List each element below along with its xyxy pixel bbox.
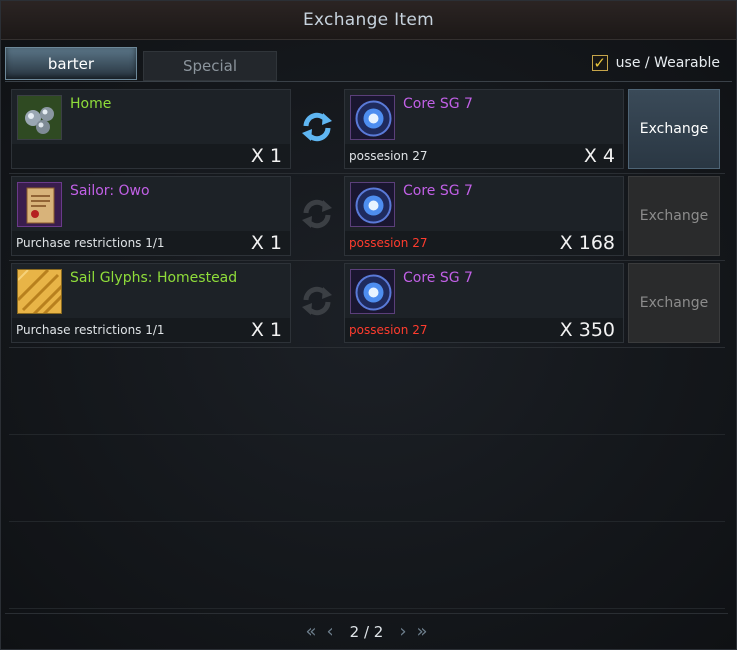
blue-orb-icon [350, 269, 395, 314]
wearable-filter[interactable]: ✓ use / Wearable [591, 53, 720, 72]
tab-divider [5, 81, 732, 82]
possession-count: possesion 27 [349, 236, 428, 250]
cost-quantity: X 168 [559, 232, 615, 254]
prev-page-icon[interactable]: ‹ [326, 623, 333, 641]
tab-special[interactable]: Special [143, 51, 277, 81]
offer-slot[interactable]: Home X 1 [11, 89, 291, 169]
offer-item-name: Sail Glyphs: Homestead [70, 270, 238, 286]
cost-quantity: X 4 [583, 145, 615, 167]
offer-slot[interactable]: Sailor: Owo Purchase restrictions 1/1 X … [11, 176, 291, 256]
cost-item-name: Core SG 7 [403, 96, 473, 112]
empty-list-row [9, 435, 725, 522]
last-page-icon[interactable]: » [417, 623, 428, 641]
offer-quantity: X 1 [250, 145, 282, 167]
cost-quantity: X 350 [559, 319, 615, 341]
blue-orb-icon [350, 95, 395, 140]
exchange-button[interactable]: Exchange [628, 263, 720, 343]
scroll-icon [17, 182, 62, 227]
tab-bar: barter Special [5, 47, 277, 81]
list-item: Sail Glyphs: Homestead Purchase restrict… [9, 261, 725, 348]
exchange-button[interactable]: Exchange [628, 176, 720, 256]
offer-quantity: X 1 [250, 232, 282, 254]
swap-arrows-icon [299, 196, 335, 232]
empty-list-row [9, 348, 725, 435]
gold-glyph-icon [17, 269, 62, 314]
cost-slot[interactable]: Core SG 7 possesion 27 X 168 [344, 176, 624, 256]
exchange-list: Home X 1 Core SG 7 possesion 27 X 4 Exch… [9, 87, 725, 609]
purchase-restriction: Purchase restrictions 1/1 [16, 323, 165, 337]
pagination: « ‹ 2 / 2 › » [5, 613, 728, 650]
possession-count: possesion 27 [349, 149, 428, 163]
page-indicator: 2 / 2 [349, 623, 384, 641]
cost-item-name: Core SG 7 [403, 270, 473, 286]
swap-arrows-icon [299, 109, 335, 145]
blue-orb-icon [350, 182, 395, 227]
offer-footer [12, 144, 290, 168]
silver-pearls-icon [17, 95, 62, 140]
first-page-icon[interactable]: « [305, 623, 316, 641]
offer-item-name: Home [70, 96, 112, 112]
list-item: Sailor: Owo Purchase restrictions 1/1 X … [9, 174, 725, 261]
tab-barter[interactable]: barter [5, 47, 137, 80]
wearable-checkbox[interactable]: ✓ [591, 53, 608, 72]
window-title: Exchange Item [1, 1, 736, 40]
checkmark-icon: ✓ [593, 53, 606, 72]
offer-item-name: Sailor: Owo [70, 183, 150, 199]
offer-quantity: X 1 [250, 319, 282, 341]
offer-slot[interactable]: Sail Glyphs: Homestead Purchase restrict… [11, 263, 291, 343]
purchase-restriction: Purchase restrictions 1/1 [16, 236, 165, 250]
next-page-icon[interactable]: › [399, 623, 406, 641]
empty-list-row [9, 522, 725, 609]
cost-item-name: Core SG 7 [403, 183, 473, 199]
cost-slot[interactable]: Core SG 7 possesion 27 X 4 [344, 89, 624, 169]
exchange-window: Exchange Item barter Special ✓ use / Wea… [0, 0, 737, 650]
list-item: Home X 1 Core SG 7 possesion 27 X 4 Exch… [9, 87, 725, 174]
possession-count: possesion 27 [349, 323, 428, 337]
wearable-filter-label: use / Wearable [615, 55, 720, 71]
cost-slot[interactable]: Core SG 7 possesion 27 X 350 [344, 263, 624, 343]
swap-arrows-icon [299, 283, 335, 319]
exchange-button[interactable]: Exchange [628, 89, 720, 169]
